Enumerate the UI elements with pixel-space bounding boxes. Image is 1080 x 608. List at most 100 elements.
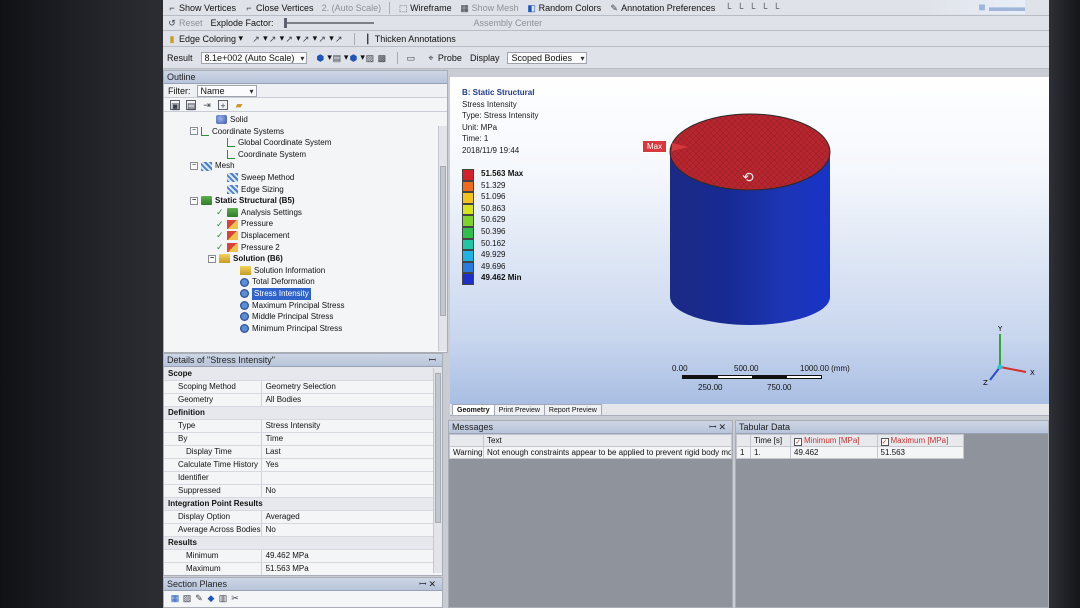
outline-scrollbar[interactable]: [438, 126, 447, 351]
tree-node-pressure[interactable]: ✓ Pressure: [164, 218, 447, 230]
close-vertices-button[interactable]: ⌐ Close Vertices: [244, 3, 313, 13]
result-scale-dropdown[interactable]: 8.1e+002 (Auto Scale): [200, 51, 308, 64]
show-vertices-button[interactable]: ⌐ Show Vertices: [167, 3, 236, 13]
messages-text-header[interactable]: Text: [483, 434, 732, 447]
outline-toolbar: ▣ ▤ ⇥ + ▰: [164, 98, 447, 112]
tree-node-displacement[interactable]: ✓ Displacement: [164, 230, 447, 242]
pin-icon[interactable]: ꟷ: [429, 354, 442, 366]
delete-plane-icon[interactable]: ▨: [182, 593, 192, 603]
capping-icon[interactable]: ✂: [230, 593, 240, 603]
messages-type-header[interactable]: [449, 434, 484, 447]
collapse-icon[interactable]: ▣: [170, 99, 180, 111]
details-scrollbar[interactable]: [433, 368, 442, 573]
tree-node-stress-intensity[interactable]: Stress Intensity: [164, 287, 447, 300]
tree-icon[interactable]: ⇥: [202, 100, 212, 110]
plane-icon[interactable]: ▥: [218, 593, 228, 603]
details-row[interactable]: Suppressed No: [164, 484, 442, 498]
pin-close-icon[interactable]: ꟷ✕: [709, 421, 732, 433]
scrollbar-thumb[interactable]: [435, 373, 441, 523]
edit-plane-icon[interactable]: ✎: [194, 593, 204, 603]
details-group-row[interactable]: Definition: [164, 406, 442, 420]
collapse-toggle-icon[interactable]: −: [190, 127, 198, 136]
tree-node-maximum-principal-stress[interactable]: Maximum Principal Stress: [164, 300, 447, 312]
plane-icon[interactable]: ◆: [206, 593, 216, 603]
collapse-toggle-icon[interactable]: −: [190, 196, 198, 205]
result-type: Type: Stress Intensity: [462, 111, 539, 120]
probe-button[interactable]: ⌖ Probe: [426, 53, 462, 63]
time-column-header[interactable]: Time [s]: [750, 434, 791, 447]
new-section-plane-icon[interactable]: ▦: [170, 593, 180, 603]
details-group-row[interactable]: Integration Point Results: [164, 497, 442, 511]
tree-node-pressure-2[interactable]: ✓ Pressure 2: [164, 242, 447, 254]
collapse-toggle-icon[interactable]: −: [208, 254, 216, 263]
tree-node-analysis-settings[interactable]: ✓ Analysis Settings: [164, 207, 447, 219]
details-row[interactable]: Identifier: [164, 471, 442, 485]
expand-all-icon[interactable]: +: [218, 99, 228, 111]
filter-dropdown[interactable]: Name: [196, 84, 257, 97]
details-row[interactable]: Maximum 51.563 MPa: [164, 562, 442, 575]
expand-icon[interactable]: ▤: [186, 99, 196, 111]
tab-geometry[interactable]: Geometry: [452, 404, 495, 415]
tree-node-total-deformation[interactable]: Total Deformation: [164, 276, 447, 288]
details-row[interactable]: By Time: [164, 432, 442, 446]
checkbox-icon[interactable]: ✓: [794, 437, 802, 446]
max-probe-label[interactable]: Max: [642, 140, 668, 153]
edge-coloring-dropdown[interactable]: ▮ Edge Coloring ▾: [167, 33, 244, 44]
explode-factor-slider[interactable]: [283, 18, 374, 28]
graphics-viewport[interactable]: B: Static Structural Stress Intensity Ty…: [450, 77, 1049, 404]
collapse-toggle-icon[interactable]: −: [190, 162, 198, 171]
coordinate-icon: [227, 150, 235, 160]
tree-node-coordinate-system[interactable]: Coordinate System: [164, 149, 447, 161]
details-row[interactable]: Display Option Averaged: [164, 510, 442, 524]
tree-node-edge-sizing[interactable]: Edge Sizing: [164, 184, 447, 196]
coordinate-triad[interactable]: Y X Z: [980, 322, 1040, 387]
details-row[interactable]: Type Stress Intensity: [164, 419, 442, 433]
assembly-center-dropdown[interactable]: Assembly Center: [474, 18, 543, 28]
tree-node-middle-principal-stress[interactable]: Middle Principal Stress: [164, 311, 447, 323]
tab-report-preview[interactable]: Report Preview: [543, 404, 602, 415]
maximum-column-header[interactable]: ✓ Maximum [MPa]: [876, 434, 964, 447]
legend-label: 50.396: [481, 226, 506, 236]
tree-node-sweep-method[interactable]: Sweep Method: [164, 172, 447, 184]
details-row[interactable]: Average Across Bodies No: [164, 523, 442, 537]
view-triad-buttons[interactable]: └ └ └ └ └: [723, 3, 783, 13]
details-group-row[interactable]: Scope: [164, 367, 442, 381]
wireframe-button[interactable]: ⬚ Wireframe: [398, 3, 452, 13]
result-icon: [240, 289, 249, 299]
tree-node-mesh[interactable]: − Mesh: [164, 160, 447, 172]
scale-dropdown[interactable]: 2. (Auto Scale): [322, 3, 382, 13]
tree-node-solution-information[interactable]: Solution Information: [164, 265, 447, 277]
tree-node-coordinate-systems[interactable]: − Coordinate Systems: [164, 126, 447, 138]
show-mesh-button[interactable]: ▦ Show Mesh: [460, 3, 518, 13]
vector-display-button[interactable]: ▭: [406, 53, 418, 63]
minimum-column-header[interactable]: ✓ Minimum [MPa]: [790, 434, 878, 447]
result-display-buttons[interactable]: ⬢ ▾ ▤ ▾ ⬢ ▾ ▨ ▩: [315, 52, 389, 63]
edge-style-buttons[interactable]: ↗ ▾ ↗ ▾ ↗ ▾ ↗ ▾ ↗ ▾ ↗: [251, 33, 346, 44]
separator: [389, 1, 391, 14]
pin-close-icon[interactable]: ꟷ✕: [419, 578, 442, 590]
message-row[interactable]: Warning Not enough constraints appear to …: [449, 446, 732, 459]
details-row[interactable]: Calculate Time History Yes: [164, 458, 442, 472]
details-row[interactable]: Minimum 49.462 MPa: [164, 549, 442, 563]
details-panel: Details of "Stress Intensity" ꟷ Scope Sco…: [163, 353, 443, 576]
reset-button[interactable]: ↺ Reset: [167, 18, 202, 28]
details-row[interactable]: Scoping Method Geometry Selection: [164, 380, 442, 394]
solution-icon: [219, 254, 230, 264]
display-dropdown[interactable]: Scoped Bodies: [507, 51, 588, 64]
details-group-row[interactable]: Results: [164, 536, 442, 550]
scrollbar-thumb[interactable]: [440, 166, 446, 316]
tree-node-solution[interactable]: − Solution (B6): [164, 253, 447, 265]
tree-node-solid[interactable]: Solid: [164, 114, 447, 126]
annotation-preferences-button[interactable]: ✎ Annotation Preferences: [609, 3, 715, 13]
details-row[interactable]: Display Time Last: [164, 445, 442, 459]
tree-node-global-coordinate-system[interactable]: Global Coordinate System: [164, 137, 447, 149]
details-row[interactable]: Geometry All Bodies: [164, 393, 442, 407]
folder-icon[interactable]: ▰: [234, 100, 244, 110]
tabular-row[interactable]: 1 1. 49.462 51.563: [736, 446, 964, 459]
checkbox-icon[interactable]: ✓: [880, 437, 889, 446]
thicken-annotations-button[interactable]: ┃ Thicken Annotations: [363, 34, 456, 44]
tab-print-preview[interactable]: Print Preview: [493, 404, 545, 415]
random-colors-button[interactable]: ◧ Random Colors: [527, 3, 601, 13]
tree-node-static-structural[interactable]: − Static Structural (B5): [164, 195, 447, 207]
tree-node-minimum-principal-stress[interactable]: Minimum Principal Stress: [164, 323, 447, 335]
